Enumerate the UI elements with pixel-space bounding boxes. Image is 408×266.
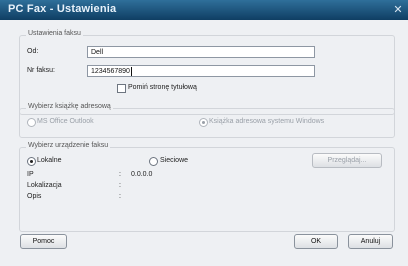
windows-address-book-label: Książka adresowa systemu Windows <box>209 118 325 125</box>
from-field[interactable]: Dell <box>87 46 315 58</box>
description-sep: : <box>119 193 121 200</box>
radio-ms-outlook[interactable] <box>27 118 36 127</box>
radio-windows-address-book[interactable] <box>199 118 208 127</box>
radio-network[interactable] <box>149 157 158 166</box>
description-label: Opis <box>27 193 42 200</box>
browse-button[interactable]: Przeglądaj... <box>312 153 382 168</box>
network-label: Sieciowe <box>160 157 189 164</box>
cancel-button[interactable]: Anuluj <box>348 234 393 249</box>
skip-cover-checkbox[interactable] <box>117 84 126 93</box>
fax-settings-legend: Ustawienia faksu <box>26 30 83 37</box>
from-label: Od: <box>27 48 39 55</box>
fax-number-field[interactable]: 1234567890 <box>87 65 315 77</box>
help-button[interactable]: Pomoc <box>20 234 67 249</box>
window-title: PC Fax - Ustawienia <box>8 3 117 15</box>
text-cursor <box>131 67 132 76</box>
location-label: Lokalizacja <box>27 182 62 189</box>
local-label: Lokalne <box>37 157 62 164</box>
ip-sep: : <box>119 171 121 178</box>
device-legend: Wybierz urządzenie faksu <box>26 142 111 149</box>
ok-button[interactable]: OK <box>294 234 338 249</box>
ip-value: 0.0.0.0 <box>131 171 153 178</box>
fax-number-label: Nr faksu: <box>27 67 56 74</box>
dialog-body: Ustawienia faksu Od: Dell Nr faksu: 1234… <box>0 20 408 266</box>
fax-number-value: 1234567890 <box>91 68 130 75</box>
ms-outlook-label: MS Office Outlook <box>37 118 94 125</box>
ip-label: IP <box>27 171 34 178</box>
from-value: Dell <box>91 49 104 56</box>
skip-cover-label[interactable]: Pomiń stronę tytułową <box>128 84 197 91</box>
title-bar[interactable]: PC Fax - Ustawienia ✕ <box>0 0 408 20</box>
address-book-legend: Wybierz książkę adresową <box>26 103 113 110</box>
radio-local[interactable] <box>27 157 36 166</box>
location-sep: : <box>119 182 121 189</box>
close-icon[interactable]: ✕ <box>390 2 406 18</box>
